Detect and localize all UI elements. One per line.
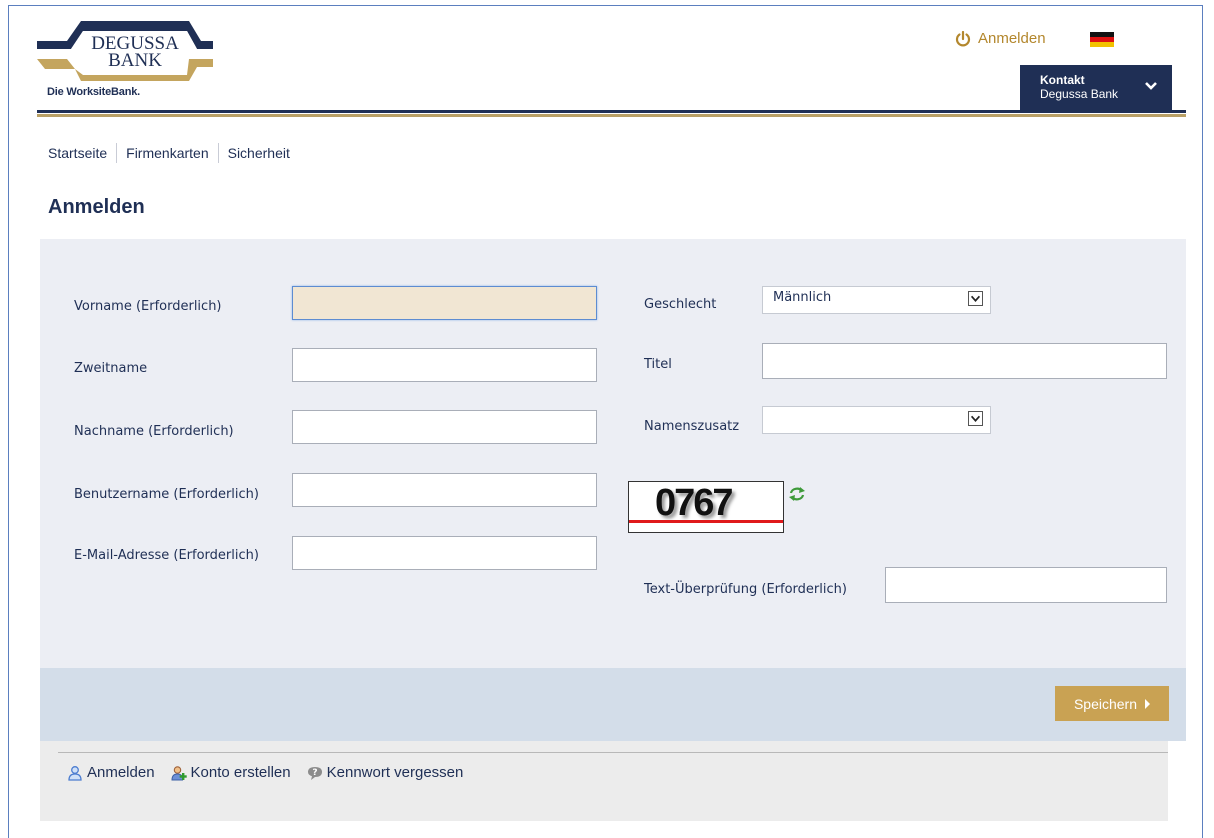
middle-name-label: Zweitname <box>74 361 148 376</box>
breadcrumb-startseite[interactable]: Startseite <box>48 143 116 163</box>
verify-input[interactable] <box>885 567 1167 603</box>
gender-label: Geschlecht <box>644 297 717 312</box>
gender-select[interactable]: Männlich <box>762 286 991 314</box>
logo-line2: BANK <box>108 50 162 71</box>
suffix-label: Namenszusatz <box>644 419 740 434</box>
last-name-label: Nachname (Erforderlich) <box>74 424 234 439</box>
help-icon: ? <box>307 766 322 780</box>
logo-tagline: Die WorksiteBank. <box>47 86 140 98</box>
verify-label: Text-Überprüfung (Erforderlich) <box>644 582 847 597</box>
chevron-down-icon <box>968 411 983 426</box>
suffix-select[interactable] <box>762 406 991 434</box>
middle-name-input[interactable] <box>292 348 597 382</box>
breadcrumb-sicherheit[interactable]: Sicherheit <box>217 143 299 163</box>
email-label: E-Mail-Adresse (Erforderlich) <box>74 548 259 563</box>
first-name-input[interactable] <box>292 286 597 320</box>
captcha-noise-line <box>629 520 783 523</box>
footer-bar <box>40 741 1168 821</box>
form-action-bar <box>40 668 1186 741</box>
username-label: Benutzername (Erforderlich) <box>74 487 259 502</box>
gender-select-value: Männlich <box>773 290 832 305</box>
last-name-input[interactable] <box>292 410 597 444</box>
first-name-label: Vorname (Erforderlich) <box>74 299 222 314</box>
arrow-right-icon <box>1145 698 1151 709</box>
breadcrumb: Startseite Firmenkarten Sicherheit <box>48 143 299 163</box>
footer-create-account-label: Konto erstellen <box>190 764 291 781</box>
username-input[interactable] <box>292 473 597 507</box>
header-login-label: Anmelden <box>978 30 1046 47</box>
german-flag-icon[interactable] <box>1090 32 1114 47</box>
footer-forgot-password-label: Kennwort vergessen <box>326 764 464 781</box>
page-title: Anmelden <box>48 196 145 218</box>
refresh-captcha-icon[interactable] <box>788 486 806 502</box>
captcha-image: 0767 <box>628 481 784 533</box>
header-rule-navy <box>37 110 1186 113</box>
footer-forgot-password-link[interactable]: ? Kennwort vergessen <box>307 764 464 781</box>
footer-divider <box>58 752 1168 753</box>
footer-links: Anmelden Konto erstellen ? Kennwort verg… <box>67 764 479 781</box>
chevron-down-icon <box>968 291 983 306</box>
svg-text:?: ? <box>312 768 317 778</box>
footer-create-account-link[interactable]: Konto erstellen <box>171 764 291 781</box>
user-icon <box>68 765 82 781</box>
add-user-icon <box>171 765 187 780</box>
header-login-link[interactable]: Anmelden <box>955 30 1046 47</box>
chevron-down-icon <box>1145 82 1157 90</box>
footer-login-link[interactable]: Anmelden <box>67 764 155 781</box>
footer-login-label: Anmelden <box>87 764 155 781</box>
email-input[interactable] <box>292 536 597 570</box>
title-label: Titel <box>644 357 672 372</box>
power-icon <box>955 30 971 46</box>
breadcrumb-firmenkarten[interactable]: Firmenkarten <box>116 143 217 163</box>
save-button[interactable]: Speichern <box>1055 686 1169 721</box>
contact-dropdown[interactable]: Kontakt Degussa Bank <box>1020 65 1172 110</box>
title-input[interactable] <box>762 343 1167 379</box>
save-button-label: Speichern <box>1073 695 1138 712</box>
captcha-text: 0767 <box>655 482 734 524</box>
header-rule-gold <box>37 114 1186 117</box>
